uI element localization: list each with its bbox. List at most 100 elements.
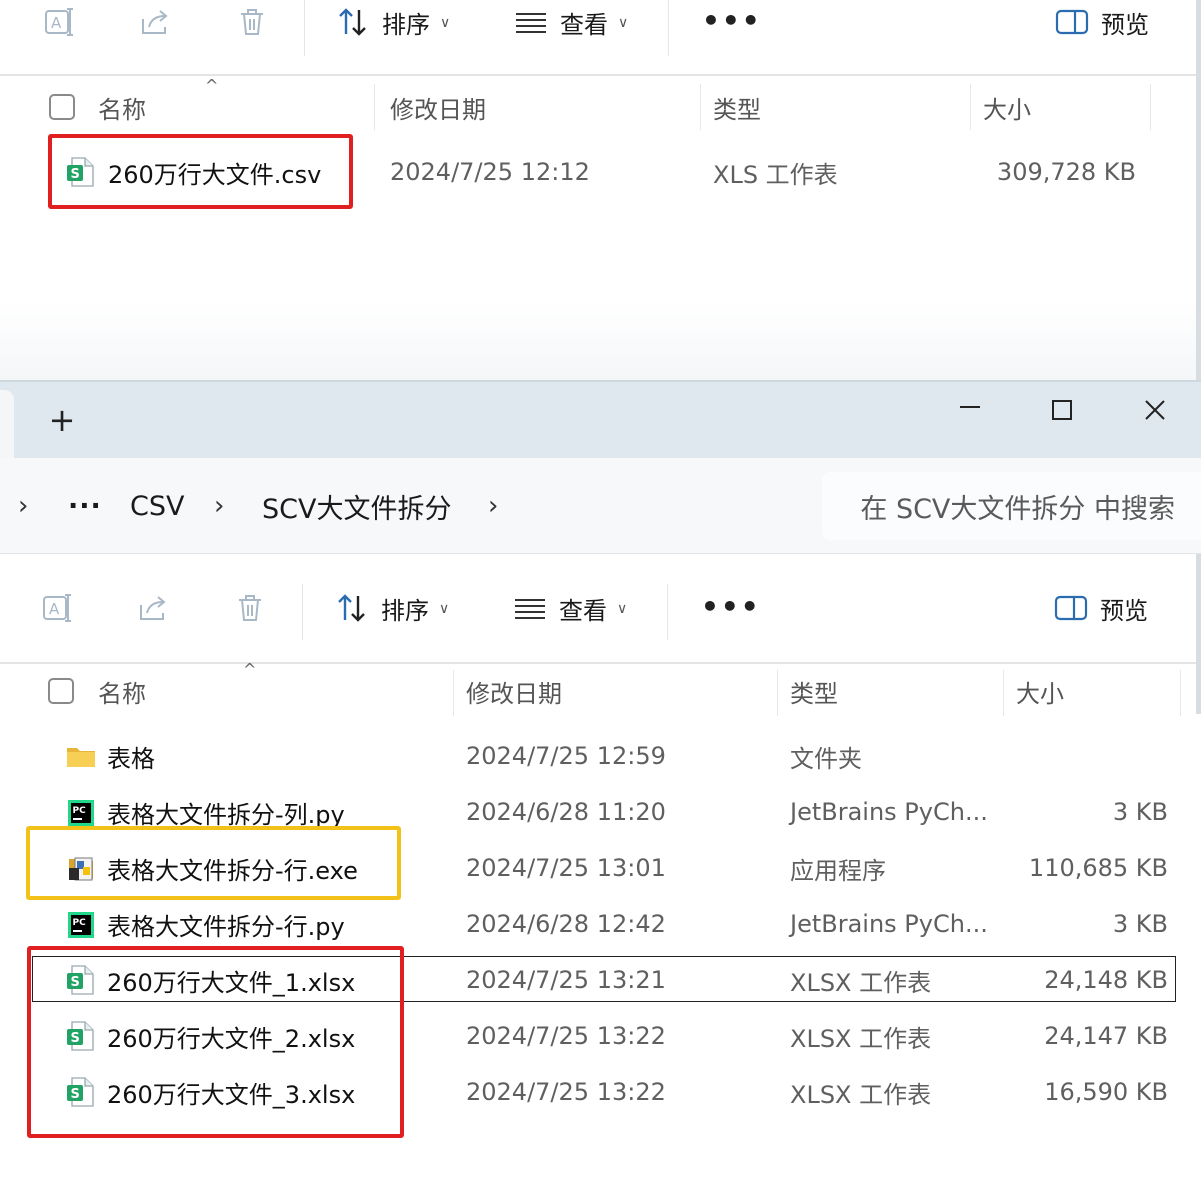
minimize-icon	[960, 406, 980, 408]
rename-icon[interactable]	[42, 4, 78, 40]
maximize-button[interactable]	[1037, 388, 1087, 432]
window-gap	[0, 300, 1201, 382]
bottom-command-bar: 排序 ∨ 查看 ∨ ••• 预览	[0, 572, 1201, 664]
breadcrumb-scv-split[interactable]: SCV大文件拆分	[262, 458, 451, 554]
toolbar-divider	[667, 584, 668, 640]
bottom-title-bar: +	[0, 380, 1201, 460]
file-modified: 2024/6/28 11:20	[466, 798, 666, 826]
chevron-down-icon: ∨	[440, 15, 451, 31]
toolbar-divider	[668, 0, 669, 56]
top-explorer-window: 排序 ∨ 查看 ∨ ••• 预览 名称 ^ 修改日期 类型 大小 260万行大文…	[0, 0, 1201, 300]
column-divider[interactable]	[374, 84, 375, 130]
sort-caret-icon: ^	[243, 660, 257, 679]
share-icon[interactable]	[138, 4, 174, 40]
delete-icon[interactable]	[234, 4, 270, 40]
file-size: 309,728 KB	[996, 158, 1136, 186]
file-modified: 2024/7/25 13:01	[466, 854, 666, 882]
close-button[interactable]	[1130, 388, 1180, 432]
yellow-highlight-box	[26, 826, 401, 900]
preview-pane-icon	[1055, 5, 1089, 39]
view-label: 查看	[559, 596, 607, 625]
chevron-right-icon[interactable]: ›	[488, 458, 498, 554]
column-divider[interactable]	[1150, 84, 1151, 130]
address-bar: › ··· CSV › SCV大文件拆分 › 在 SCV大文件拆分 中搜索	[0, 458, 1201, 554]
file-modified: 2024/6/28 12:42	[466, 910, 666, 938]
column-size-header[interactable]: 大小	[983, 78, 1031, 136]
sort-icon	[335, 591, 369, 625]
breadcrumb-csv[interactable]: CSV	[130, 458, 184, 554]
column-divider[interactable]	[777, 670, 778, 716]
rename-icon[interactable]	[40, 590, 76, 626]
column-divider[interactable]	[970, 84, 971, 130]
bottom-column-header: 名称 ^ 修改日期 类型 大小	[0, 660, 1201, 722]
column-modified-header[interactable]: 修改日期	[390, 78, 486, 136]
file-type: XLSX 工作表	[790, 1024, 932, 1053]
minimize-button[interactable]	[945, 388, 995, 432]
sort-button[interactable]: 排序 ∨	[336, 2, 450, 42]
chevron-right-icon[interactable]: ›	[18, 458, 28, 554]
file-type: 应用程序	[790, 856, 886, 885]
column-divider[interactable]	[453, 670, 454, 716]
preview-button[interactable]: 预览	[1054, 588, 1148, 628]
column-divider[interactable]	[1003, 670, 1004, 716]
column-divider[interactable]	[700, 84, 701, 130]
preview-label: 预览	[1101, 10, 1149, 39]
breadcrumb-more[interactable]: ···	[68, 458, 102, 554]
file-type: XLSX 工作表	[790, 1080, 932, 1109]
file-name: 表格	[107, 744, 155, 773]
file-row[interactable]: 表格大文件拆分-行.py 2024/6/28 12:42 JetBrains P…	[0, 896, 1201, 952]
window-edge	[1196, 0, 1201, 380]
pycharm-icon	[66, 908, 96, 940]
view-icon	[514, 5, 548, 39]
column-modified-header[interactable]: 修改日期	[466, 662, 562, 720]
file-type: 文件夹	[790, 744, 862, 773]
new-tab-button[interactable]: +	[44, 401, 80, 439]
file-size: 110,685 KB	[1028, 854, 1168, 882]
preview-label: 预览	[1100, 596, 1148, 625]
toolbar-divider	[304, 0, 305, 56]
file-modified: 2024/7/25 13:22	[466, 1022, 666, 1050]
toolbar-divider	[302, 584, 303, 640]
column-size-header[interactable]: 大小	[1016, 662, 1064, 720]
select-all-checkbox[interactable]	[48, 678, 74, 704]
column-type-header[interactable]: 类型	[790, 662, 838, 720]
file-size: 3 KB	[1112, 798, 1168, 826]
maximize-icon	[1052, 400, 1072, 420]
view-label: 查看	[560, 10, 608, 39]
red-highlight-box	[48, 134, 353, 209]
top-command-bar: 排序 ∨ 查看 ∨ ••• 预览	[0, 0, 1201, 76]
sort-button[interactable]: 排序 ∨	[335, 588, 449, 628]
file-row[interactable]: 表格 2024/7/25 12:59 文件夹	[0, 728, 1201, 784]
window-edge	[1196, 554, 1201, 714]
sort-caret-icon: ^	[205, 76, 219, 95]
view-icon	[513, 591, 547, 625]
file-type: XLS 工作表	[713, 160, 838, 189]
search-input[interactable]: 在 SCV大文件拆分 中搜索	[822, 472, 1201, 540]
column-name-header[interactable]: 名称	[98, 662, 146, 720]
share-icon[interactable]	[136, 590, 172, 626]
pycharm-icon	[66, 796, 96, 828]
delete-icon[interactable]	[232, 590, 268, 626]
chevron-down-icon: ∨	[618, 15, 629, 31]
tab-edge[interactable]	[0, 390, 14, 460]
view-button[interactable]: 查看 ∨	[513, 588, 627, 628]
select-all-checkbox[interactable]	[49, 94, 75, 120]
column-name-header[interactable]: 名称	[98, 78, 146, 136]
view-button[interactable]: 查看 ∨	[514, 2, 628, 42]
folder-icon	[66, 740, 96, 772]
more-options-button[interactable]: •••	[702, 4, 762, 37]
file-modified: 2024/7/25 13:22	[466, 1078, 666, 1106]
file-modified: 2024/7/25 12:12	[390, 158, 590, 186]
sort-label: 排序	[381, 596, 429, 625]
preview-pane-icon	[1054, 591, 1088, 625]
column-type-header[interactable]: 类型	[713, 78, 761, 136]
more-options-button[interactable]: •••	[701, 590, 761, 623]
chevron-down-icon: ∨	[439, 601, 450, 617]
preview-button[interactable]: 预览	[1055, 2, 1149, 42]
file-size: 24,147 KB	[1044, 1022, 1168, 1050]
chevron-right-icon[interactable]: ›	[214, 458, 224, 554]
sort-icon	[336, 5, 370, 39]
close-icon	[1145, 400, 1165, 420]
column-divider[interactable]	[1180, 670, 1181, 716]
file-size: 16,590 KB	[1044, 1078, 1168, 1106]
